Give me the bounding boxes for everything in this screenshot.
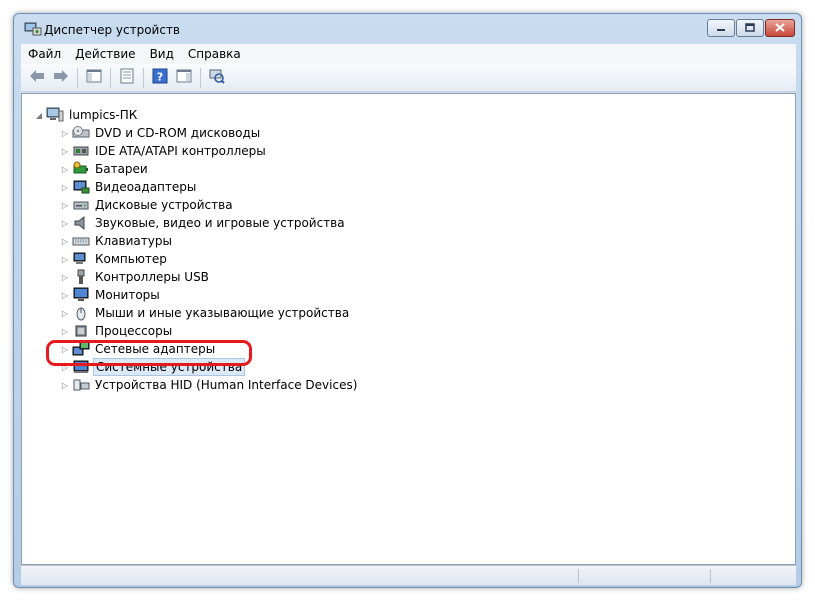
hid-icon [72, 377, 90, 393]
show-hide-tree-icon [86, 69, 102, 86]
expand-triangle-icon[interactable]: ▷ [60, 268, 70, 286]
menu-action[interactable]: Действие [68, 44, 142, 64]
menu-bar: Файл Действие Вид Справка [21, 44, 796, 64]
tree-item-mice[interactable]: ▷ Мыши и иные указывающие устройства [60, 304, 351, 322]
tree-item-disk-drives[interactable]: ▷ Дисковые устройства [60, 196, 235, 214]
scan-hardware-button[interactable] [207, 68, 227, 88]
tree-item-processors[interactable]: ▷ Процессоры [60, 322, 174, 340]
computer-icon [46, 107, 64, 123]
tree-item-label: Контроллеры USB [95, 270, 209, 284]
computer-icon [72, 251, 90, 267]
tree-item-dvd[interactable]: ▷ DVD и CD-ROM дисководы [60, 124, 262, 142]
dvd-drive-icon [72, 125, 90, 141]
caption-buttons [706, 19, 795, 37]
tree-item-label: Устройства HID (Human Interface Devices) [95, 378, 358, 392]
title-bar[interactable]: Диспетчер устройств [14, 14, 801, 44]
device-manager-icon [24, 22, 42, 36]
show-hide-tree-button[interactable] [84, 68, 104, 88]
menu-view[interactable]: Вид [143, 44, 181, 64]
menu-help[interactable]: Справка [181, 44, 248, 64]
back-arrow-icon [29, 69, 45, 86]
help-icon: ? [152, 68, 168, 87]
expand-triangle-icon[interactable]: ▷ [60, 250, 70, 268]
disk-drive-icon [72, 197, 90, 213]
expand-triangle-icon[interactable]: ▷ [60, 160, 70, 178]
toolbar-separator [77, 67, 78, 88]
toolbar-separator [143, 67, 144, 88]
usb-icon [72, 269, 90, 285]
action-pane-button[interactable] [174, 68, 194, 88]
expand-triangle-icon[interactable]: ▷ [60, 214, 70, 232]
status-bar [21, 565, 796, 585]
minimize-icon [716, 21, 726, 35]
close-button[interactable] [765, 19, 795, 37]
expand-triangle-icon[interactable]: ▷ [60, 322, 70, 340]
expand-triangle-icon[interactable]: ▷ [60, 376, 70, 394]
expand-triangle-icon[interactable]: ▷ [60, 196, 70, 214]
tree-item-label: Батареи [95, 162, 148, 176]
expand-triangle-icon[interactable]: ▷ [60, 142, 70, 160]
tree-item-label: Звуковые, видео и игровые устройства [95, 216, 345, 230]
toolbar-separator [200, 67, 201, 88]
tree-item-usb[interactable]: ▷ Контроллеры USB [60, 268, 211, 286]
monitor-icon [72, 287, 90, 303]
device-tree-pane: ◢ lumpics-ПК ▷ DVD и CD-ROM дисководы ▷ … [21, 93, 796, 565]
tree-item-label: Видеоадаптеры [95, 180, 197, 194]
ide-controller-icon [72, 143, 90, 159]
status-divider [578, 569, 579, 583]
tree-item-monitors[interactable]: ▷ Мониторы [60, 286, 162, 304]
window-title: Диспетчер устройств [44, 23, 181, 37]
close-icon [775, 21, 785, 35]
tree-item-display-adapters[interactable]: ▷ Видеоадаптеры [60, 178, 198, 196]
properties-icon [119, 68, 135, 87]
tree-item-batteries[interactable]: ▷ Батареи [60, 160, 150, 178]
tree-item-label: Процессоры [95, 324, 173, 338]
maximize-icon [745, 21, 755, 35]
processor-icon [72, 323, 90, 339]
sound-icon [72, 215, 90, 231]
expand-triangle-icon[interactable]: ▷ [60, 178, 70, 196]
toolbar: ? [21, 64, 796, 92]
tree-item-label: IDE ATA/ATAPI контроллеры [95, 144, 266, 158]
battery-icon [72, 161, 90, 177]
back-button[interactable] [27, 68, 47, 88]
device-manager-window: Диспетчер устройств Файл Действие Вид Сп… [13, 13, 802, 588]
help-button[interactable]: ? [150, 68, 170, 88]
tree-item-label: Компьютер [95, 252, 167, 266]
toolbar-separator [110, 67, 111, 88]
highlight-annotation [46, 340, 252, 366]
tree-root[interactable]: ◢ lumpics-ПК [34, 106, 139, 124]
expand-triangle-icon[interactable]: ▷ [60, 304, 70, 322]
tree-item-computer[interactable]: ▷ Компьютер [60, 250, 169, 268]
forward-arrow-icon [53, 69, 69, 86]
tree-item-label: Клавиатуры [95, 234, 172, 248]
tree-item-sound[interactable]: ▷ Звуковые, видео и игровые устройства [60, 214, 347, 232]
scan-hardware-icon [209, 68, 225, 87]
action-pane-icon [176, 69, 192, 86]
expand-triangle-icon[interactable]: ▷ [60, 286, 70, 304]
collapse-triangle-icon[interactable]: ◢ [34, 106, 44, 124]
expand-triangle-icon[interactable]: ▷ [60, 124, 70, 142]
expand-triangle-icon[interactable]: ▷ [60, 232, 70, 250]
menu-file[interactable]: Файл [21, 44, 68, 64]
tree-item-label: Мониторы [95, 288, 160, 302]
tree-item-label: Дисковые устройства [95, 198, 233, 212]
forward-button[interactable] [51, 68, 71, 88]
minimize-button[interactable] [707, 19, 735, 37]
maximize-button[interactable] [736, 19, 764, 37]
tree-item-ide[interactable]: ▷ IDE ATA/ATAPI контроллеры [60, 142, 268, 160]
status-divider [710, 569, 711, 583]
properties-button[interactable] [117, 68, 137, 88]
keyboard-icon [72, 233, 90, 249]
tree-item-label: DVD и CD-ROM дисководы [95, 126, 261, 140]
display-adapter-icon [72, 179, 90, 195]
svg-text:?: ? [157, 71, 163, 84]
tree-root-label: lumpics-ПК [69, 108, 138, 122]
mouse-icon [72, 305, 90, 321]
tree-item-label: Мыши и иные указывающие устройства [95, 306, 350, 320]
tree-item-keyboards[interactable]: ▷ Клавиатуры [60, 232, 174, 250]
tree-item-hid[interactable]: ▷ Устройства HID (Human Interface Device… [60, 376, 359, 394]
